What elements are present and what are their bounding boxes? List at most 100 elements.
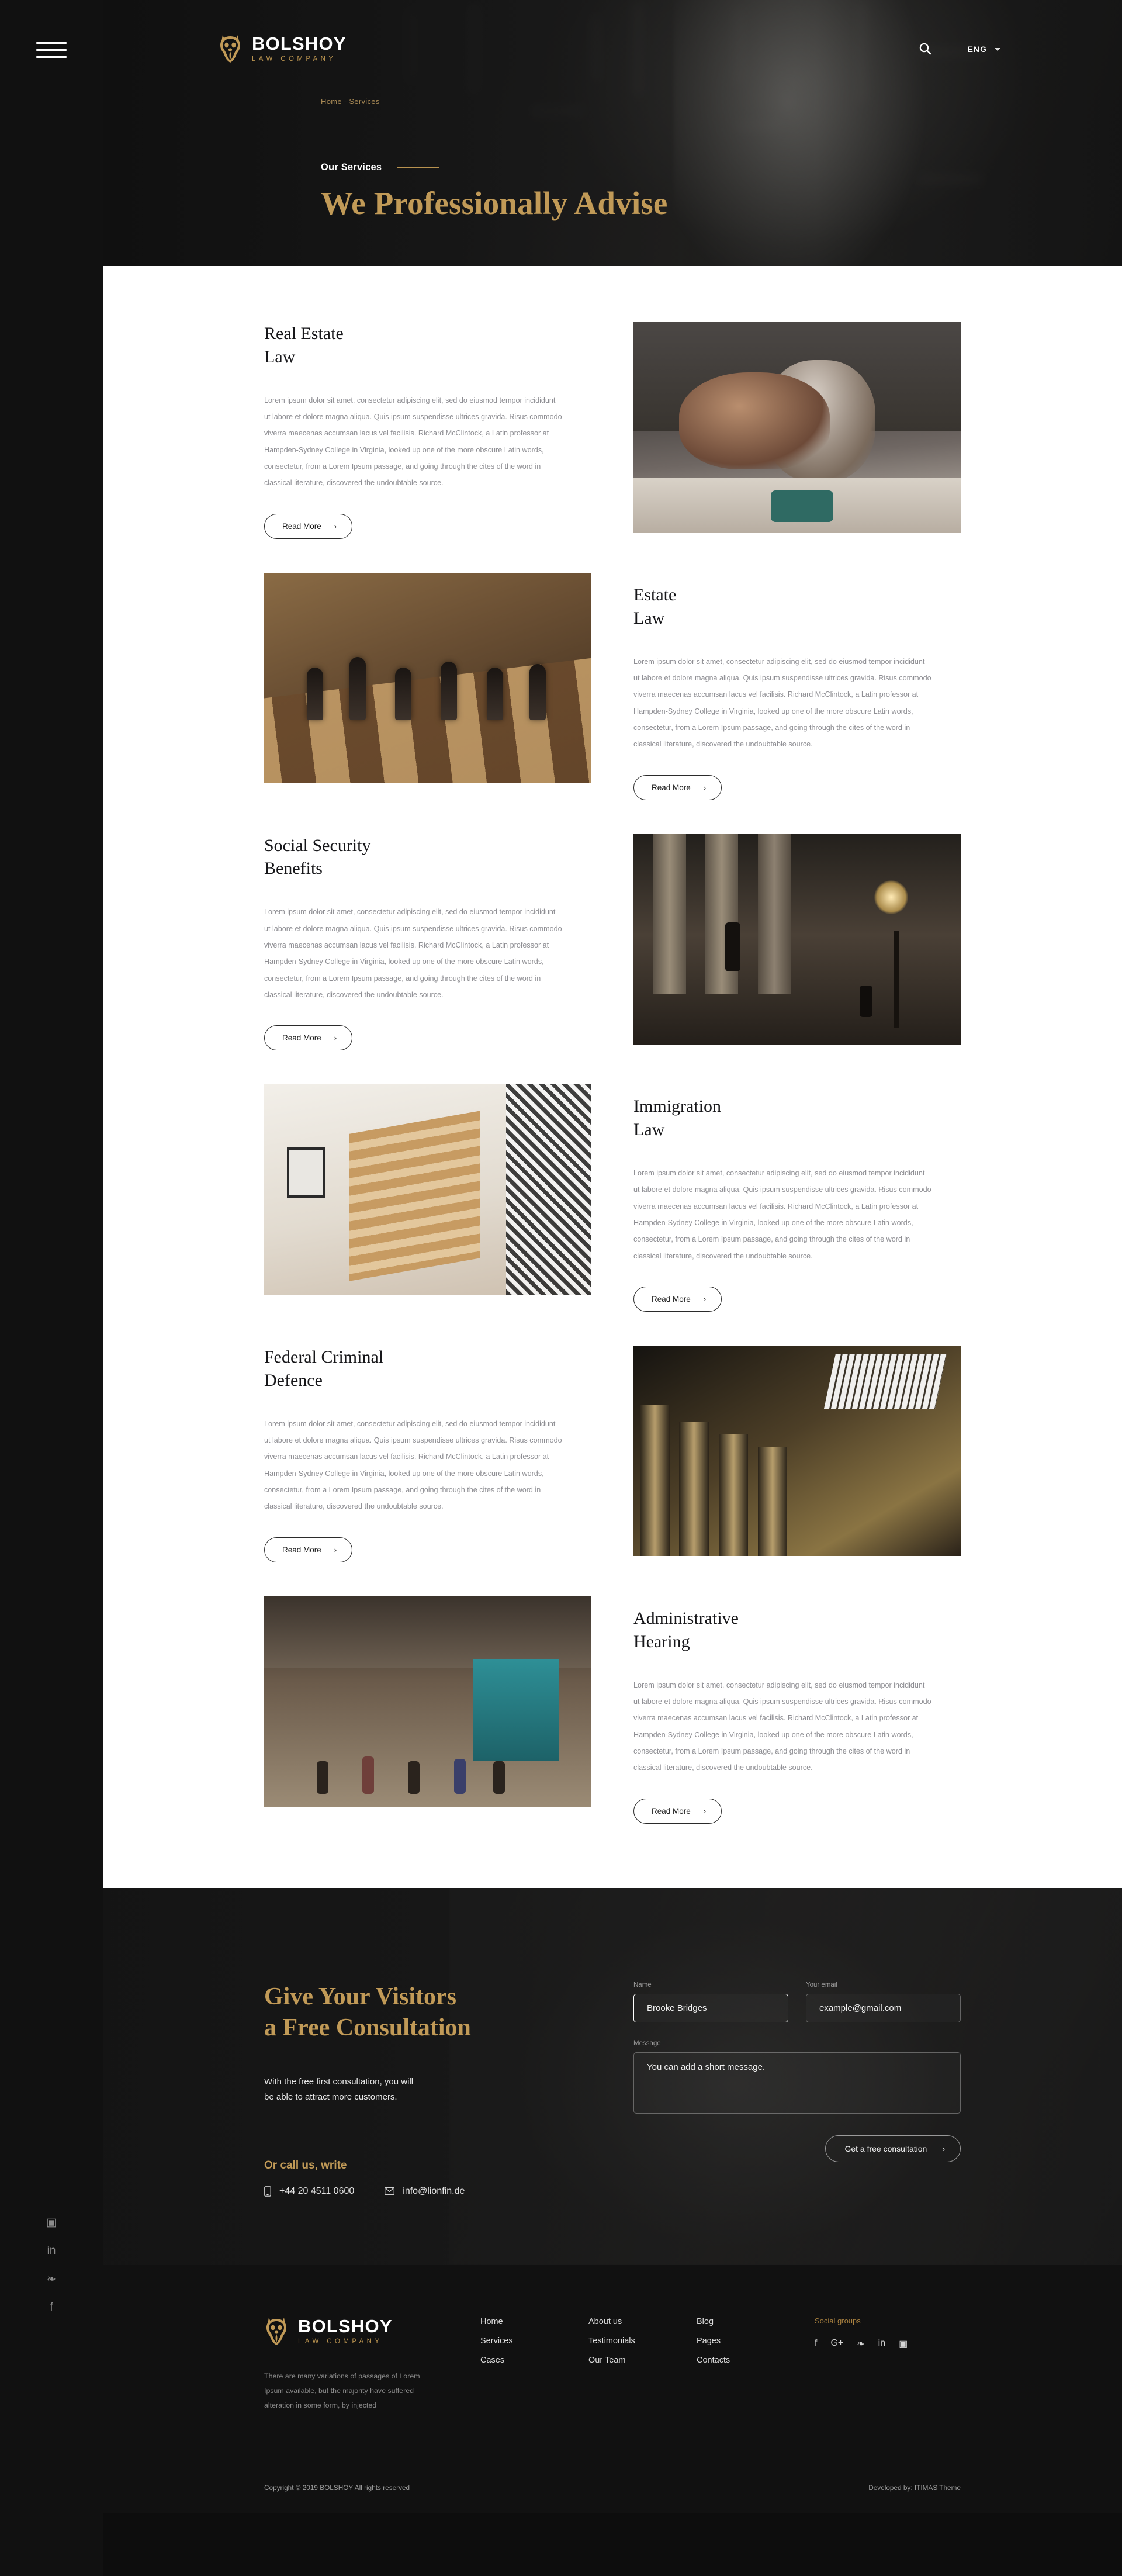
service-text: Social Security Benefits Lorem ipsum dol… (264, 834, 591, 1051)
service-media (264, 572, 591, 783)
footer-link-blog[interactable]: Blog (697, 2317, 714, 2326)
read-more-label: Read More (652, 783, 691, 792)
social-instagram-icon[interactable]: ▣ (0, 2208, 103, 2237)
language-selector[interactable]: ENG (968, 45, 1000, 54)
message-field-group: Message You can add a short message. (633, 2040, 961, 2117)
chessboard-photo (264, 572, 591, 783)
consultation-form: Name Your email Message You can add a sh… (633, 1982, 961, 2197)
footer-link-our-team[interactable]: Our Team (588, 2356, 625, 2365)
service-description: Lorem ipsum dolor sit amet, consectetur … (633, 1169, 931, 1260)
chevron-right-icon: › (703, 1806, 707, 1816)
footer-about-text: There are many variations of passages of… (264, 2371, 420, 2410)
phone-contact[interactable]: +44 20 4511 0600 (264, 2186, 354, 2197)
chevron-right-icon: › (703, 783, 707, 792)
email-contact[interactable]: info@lionfin.de (385, 2186, 465, 2197)
footer-nav-column-1: Home Services Cases (480, 2316, 588, 2414)
developer-credit: Developed by: ITIMAS Theme (868, 2483, 961, 2492)
consultation-title: Give Your Visitors a Free Consultation (264, 1982, 591, 2045)
service-title-line2: Law (633, 608, 665, 628)
service-text: Federal Criminal Defence Lorem ipsum dol… (264, 1346, 591, 1562)
footer-link-testimonials[interactable]: Testimonials (588, 2336, 635, 2346)
social-instagram-icon[interactable]: ▣ (899, 2338, 908, 2350)
email-input[interactable] (806, 1993, 961, 2022)
social-twitter-icon[interactable]: ❧ (0, 2265, 103, 2294)
footer-link-cases[interactable]: Cases (480, 2356, 504, 2365)
chevron-right-icon: › (334, 1545, 337, 1554)
chevron-down-icon (995, 48, 1000, 51)
footer-logo[interactable]: BOLSHOY LAW COMPANY (264, 2316, 457, 2346)
social-twitter-icon[interactable]: ❧ (857, 2338, 864, 2350)
service-title-line2: Hearing (633, 1631, 690, 1651)
columns-ceiling-photo (633, 1346, 961, 1556)
email-address: info@lionfin.de (403, 2186, 465, 2196)
service-row-federal-criminal-defence: Federal Criminal Defence Lorem ipsum dol… (264, 1346, 961, 1562)
service-title-line1: Estate (633, 585, 677, 604)
read-more-button[interactable]: Read More › (633, 1798, 722, 1824)
search-icon (919, 43, 931, 55)
service-row-social-security-benefits: Social Security Benefits Lorem ipsum dol… (264, 834, 961, 1051)
list-item: Home (480, 2316, 588, 2327)
site-logo[interactable]: BOLSHOY LAW COMPANY (218, 34, 347, 63)
footer-link-about-us[interactable]: About us (588, 2317, 622, 2326)
service-media (264, 1596, 591, 1807)
name-label: Name (633, 1981, 652, 1989)
page-title: We Professionally Advise (321, 185, 668, 221)
social-linkedin-icon[interactable]: in (878, 2338, 885, 2350)
lion-head-icon (220, 35, 240, 63)
read-more-button[interactable]: Read More › (264, 513, 353, 539)
search-button[interactable] (919, 42, 931, 57)
or-call-heading: Or call us, write (264, 2159, 347, 2172)
submit-label: Get a free consultation (844, 2143, 927, 2153)
sidebar-social-links: ▣ in ❧ f (0, 2208, 103, 2322)
footer-link-contacts[interactable]: Contacts (697, 2356, 730, 2365)
mobile-phone-icon (264, 2186, 271, 2197)
email-label: Your email (806, 1981, 837, 1989)
service-title-line1: Real Estate (264, 324, 344, 343)
consultation-title-line1: Give Your Visitors (264, 1983, 457, 2010)
consultation-copy: Give Your Visitors a Free Consultation W… (264, 1982, 591, 2197)
list-item: Pages (697, 2336, 805, 2346)
read-more-label: Read More (652, 1806, 691, 1816)
social-facebook-icon[interactable]: f (0, 2294, 103, 2322)
footer-link-home[interactable]: Home (480, 2317, 503, 2326)
read-more-label: Read More (652, 1295, 691, 1303)
read-more-label: Read More (282, 1033, 321, 1043)
service-title-line1: Administrative (633, 1608, 739, 1628)
hamburger-menu-icon[interactable] (36, 42, 67, 58)
services-page: ▣ in ❧ f BOLSHOY LAW COMPANY ENG Home - … (0, 0, 1122, 2576)
footer-nav-column-2: About us Testimonials Our Team (588, 2316, 697, 2414)
read-more-button[interactable]: Read More › (633, 774, 722, 800)
service-text: Estate Law Lorem ipsum dolor sit amet, c… (633, 573, 961, 800)
service-title-line1: Social Security (264, 835, 371, 855)
service-title-line2: Benefits (264, 859, 323, 879)
read-more-button[interactable]: Read More › (264, 1025, 353, 1051)
message-textarea[interactable]: You can add a short message. (633, 2052, 961, 2114)
social-google-plus-icon[interactable]: G+ (830, 2338, 843, 2350)
read-more-button[interactable]: Read More › (264, 1537, 353, 1562)
name-input[interactable] (633, 1993, 788, 2022)
service-media (264, 1084, 591, 1295)
list-item: About us (588, 2316, 697, 2327)
social-facebook-icon[interactable]: f (815, 2338, 817, 2350)
service-text: Immigration Law Lorem ipsum dolor sit am… (633, 1084, 961, 1312)
service-title: Administrative Hearing (633, 1607, 961, 1654)
read-more-button[interactable]: Read More › (633, 1287, 722, 1312)
service-row-administrative-hearing: Administrative Hearing Lorem ipsum dolor… (264, 1596, 961, 1824)
footer-brand-name: BOLSHOY (298, 2315, 393, 2336)
breadcrumb[interactable]: Home - Services (321, 97, 380, 106)
footer-link-services[interactable]: Services (480, 2336, 513, 2346)
service-title-line2: Defence (264, 1370, 323, 1390)
consultation-subtitle: With the free first consultation, you wi… (264, 2074, 591, 2105)
get-free-consultation-button[interactable]: Get a free consultation › (825, 2135, 961, 2162)
language-label: ENG (967, 45, 987, 54)
market-alley-photo (264, 1596, 591, 1807)
social-linkedin-icon[interactable]: in (0, 2237, 103, 2265)
service-title: Real Estate Law (264, 322, 591, 369)
header-tools: ENG (919, 42, 1000, 57)
footer-link-pages[interactable]: Pages (697, 2336, 721, 2346)
service-description: Lorem ipsum dolor sit amet, consectetur … (633, 1681, 931, 1772)
list-item: Testimonials (588, 2336, 697, 2346)
service-media (633, 834, 961, 1045)
envelope-icon (385, 2187, 395, 2195)
email-field-group: Your email (806, 1982, 961, 2022)
